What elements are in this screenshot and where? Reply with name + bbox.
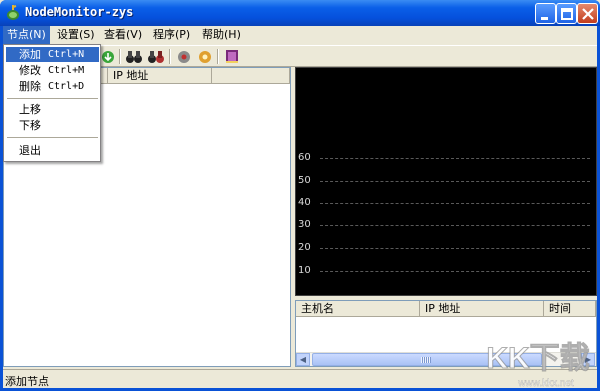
menu-item-label: 删除 xyxy=(19,80,41,93)
grip-icon xyxy=(421,357,431,363)
menu-separator xyxy=(7,137,98,138)
menu-item-move-up[interactable]: 上移 xyxy=(6,102,99,117)
minimize-icon xyxy=(541,17,548,20)
menu-item-label: 添加 xyxy=(19,48,41,61)
grid-line xyxy=(320,203,590,204)
status-text: 添加节点 xyxy=(5,375,49,388)
menu-help[interactable]: 帮助(H) xyxy=(198,26,245,44)
menu-settings[interactable]: 设置(S) xyxy=(53,26,99,44)
toolbar-separator xyxy=(169,49,171,64)
binoculars-icon[interactable] xyxy=(125,48,143,65)
menu-program[interactable]: 程序(P) xyxy=(149,26,194,44)
grid-line xyxy=(320,271,590,272)
kk-logo-icon: KK下载 www.kkx.net xyxy=(486,342,590,390)
find-user-icon[interactable] xyxy=(147,48,165,65)
svg-text:www.kkx.net: www.kkx.net xyxy=(517,378,574,389)
node-menu-dropdown: 添加 Ctrl+N 修改 Ctrl+M 删除 Ctrl+D 上移 下移 退出 xyxy=(3,44,101,162)
maximize-icon xyxy=(561,8,573,20)
gear-icon[interactable] xyxy=(196,48,214,65)
menu-item-edit[interactable]: 修改 Ctrl+M xyxy=(6,63,99,78)
menu-item-move-down[interactable]: 下移 xyxy=(6,118,99,133)
y-tick-label: 20 xyxy=(298,242,311,253)
menu-item-label: 上移 xyxy=(19,103,41,116)
toolbar-separator xyxy=(119,49,121,64)
shortcut-label: Ctrl+D xyxy=(48,81,85,92)
column-header-time[interactable]: 时间 xyxy=(544,301,596,317)
menu-item-label: 修改 xyxy=(19,64,41,77)
latency-graph: 60 50 40 30 20 10 xyxy=(295,67,597,296)
scroll-left-button[interactable]: ◀ xyxy=(296,353,310,366)
host-list-header: 主机名 IP 地址 时间 xyxy=(296,301,596,317)
menu-item-label: 下移 xyxy=(19,119,41,132)
close-button[interactable] xyxy=(577,3,598,24)
y-tick-label: 30 xyxy=(298,219,311,230)
column-header-extra[interactable] xyxy=(212,68,290,84)
menu-item-exit[interactable]: 退出 xyxy=(6,143,99,158)
column-header-ip[interactable]: IP 地址 xyxy=(420,301,544,317)
y-tick-label: 40 xyxy=(298,197,311,208)
y-tick-label: 60 xyxy=(298,152,311,163)
tools-icon[interactable] xyxy=(175,48,193,65)
menu-bar: 节点(N) 设置(S) 查看(V) 程序(P) 帮助(H) xyxy=(3,26,597,45)
watermark-logo: KK下载 www.kkx.net xyxy=(478,334,598,390)
title-bar[interactable]: NodeMonitor-zys xyxy=(0,0,600,26)
shortcut-label: Ctrl+N xyxy=(48,49,85,60)
grid-line xyxy=(320,225,590,226)
help-book-icon[interactable] xyxy=(223,48,241,65)
grid-line xyxy=(320,248,590,249)
menu-item-label: 退出 xyxy=(19,144,41,157)
menu-view[interactable]: 查看(V) xyxy=(100,26,146,44)
minimize-button[interactable] xyxy=(535,3,556,24)
svg-text:KK下载: KK下载 xyxy=(486,342,589,375)
grid-line xyxy=(320,158,590,159)
app-icon xyxy=(7,5,19,20)
menu-item-delete[interactable]: 删除 Ctrl+D xyxy=(6,79,99,94)
close-icon xyxy=(582,8,594,20)
menu-separator xyxy=(7,98,98,99)
maximize-button[interactable] xyxy=(556,3,577,24)
shortcut-label: Ctrl+M xyxy=(48,65,85,76)
y-tick-label: 50 xyxy=(298,175,311,186)
column-header-ip[interactable]: IP 地址 xyxy=(108,68,212,84)
download-icon[interactable] xyxy=(99,48,117,65)
menu-item-add[interactable]: 添加 Ctrl+N xyxy=(6,47,99,62)
window-title: NodeMonitor-zys xyxy=(25,5,134,19)
column-header-hostname[interactable]: 主机名 xyxy=(296,301,420,317)
toolbar-separator xyxy=(217,49,219,64)
menu-node[interactable]: 节点(N) xyxy=(3,26,50,44)
y-tick-label: 10 xyxy=(298,265,311,276)
grid-line xyxy=(320,181,590,182)
